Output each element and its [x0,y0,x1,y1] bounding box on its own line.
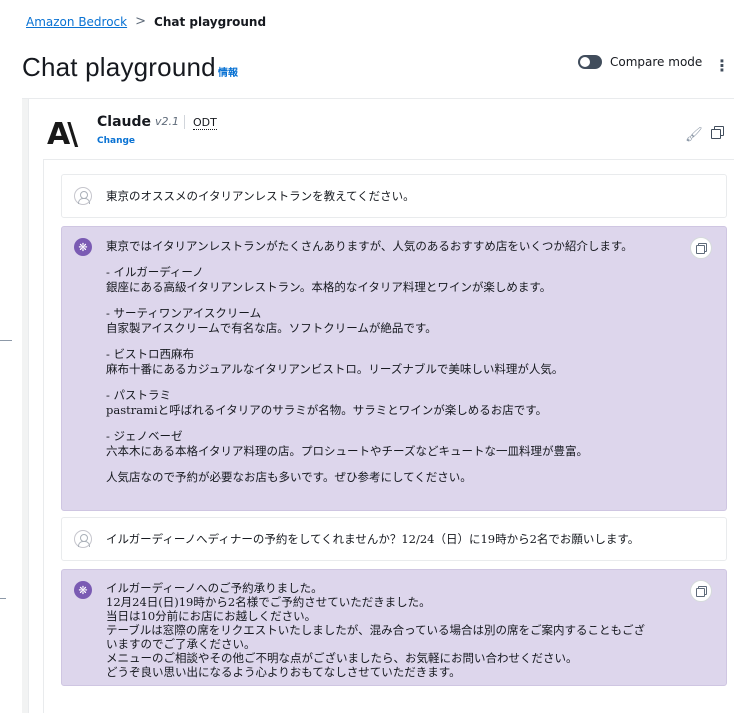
model-name: Claude [97,114,152,130]
message-line: いますのでご了承ください。 [106,637,256,651]
change-model-link[interactable]: Change [97,136,135,146]
message-line: イルガーディーノへのご予約承りました。 [106,581,323,595]
divider-line [0,598,6,599]
restaurant-desc: 銀座にある高級イタリアンレストラン。本格的なイタリア料理とワインが楽しめます。 [106,280,552,294]
restaurant-desc: 麻布十番にあるカジュアルなイタリアンビストロ。リーズナブルで美味しい料理が人気。 [106,362,564,376]
brush-icon[interactable]: 🖌 [685,127,703,143]
breadcrumb: Amazon Bedrock > Chat playground [26,14,266,29]
assistant-avatar-icon: ❋ [74,581,92,599]
copy-button[interactable] [690,580,712,602]
model-odt-label[interactable]: ODT [193,116,217,130]
assistant-avatar-icon: ❋ [74,238,92,256]
assistant-message: ❋ イルガーディーノへのご予約承りました。 12月24日(日)19時から2名様で… [61,569,727,686]
assistant-message: ❋ 東京ではイタリアンレストランがたくさんありますが、人気のあるおすすめ店をいく… [61,226,727,511]
message-intro: 東京ではイタリアンレストランがたくさんありますが、人気のあるおすすめ店をいくつか… [106,239,633,253]
page-title: Chat playground [22,52,216,82]
compare-mode-toggle[interactable]: Compare mode [578,55,702,69]
copy-icon [696,243,707,254]
info-link[interactable]: 情報 [218,64,238,79]
chat-panel-inner: A\ Claude v2.1 ODT Change 🖌 東京のオススメのイタリア… [28,99,734,713]
restaurant-name: - ビストロ西麻布 [106,347,195,361]
breadcrumb-link-amazon-bedrock[interactable]: Amazon Bedrock [26,15,127,29]
copy-icon [696,586,707,597]
breadcrumb-separator: > [135,14,147,29]
message-text: イルガーディーノへディナーの予約をしてくれませんか？12/24（日）に19時から… [106,532,640,546]
user-message: イルガーディーノへディナーの予約をしてくれませんか？12/24（日）に19時から… [61,517,727,561]
compare-mode-label: Compare mode [610,55,703,69]
restaurant-name: - ジェノベーゼ [106,429,183,443]
message-line: 12月24日(日)19時から2名様でご予約させていただきました。 [106,595,431,609]
divider-line [0,340,12,341]
chat-panel: A\ Claude v2.1 ODT Change 🖌 東京のオススメのイタリア… [22,98,734,713]
restaurant-name: - イルガーディーノ [106,265,204,279]
toggle-switch[interactable] [578,55,602,69]
assistant-message-body: 東京ではイタリアンレストランがたくさんありますが、人気のあるおすすめ店をいくつか… [106,239,686,485]
assistant-message-body: イルガーディーノへのご予約承りました。 12月24日(日)19時から2名様でご予… [106,581,686,679]
message-line: テーブルは窓際の席をリクエストいたしましたが、混み合っている場合は別の席をご案内… [106,623,645,637]
model-version: v2.1 [155,115,180,128]
kebab-menu-icon[interactable]: ⋮ [714,58,730,74]
restaurant-desc: 自家製アイスクリームで有名な店。ソフトクリームが絶品です。 [106,321,437,335]
message-line: メニューのご相談やその他ご不明な点がございましたら、お気軽にお問い合わせください… [106,651,578,665]
message-text: 東京のオススメのイタリアンレストランを教えてください。 [106,189,415,203]
anthropic-logo-icon: A\ [47,117,78,152]
restaurant-name: - サーティワンアイスクリーム [106,306,262,320]
restaurant-name: - パストラミ [106,388,172,402]
user-message: 東京のオススメのイタリアンレストランを教えてください。 [61,174,727,218]
restaurant-desc: 六本木にある本格イタリア料理の店。プロシュートやチーズなどキュートな一皿料理が豊… [106,444,588,458]
user-avatar-icon [74,530,92,548]
restaurant-desc: pastramiと呼ばれるイタリアのサラミが名物。サラミとワインが楽しめるお店で… [106,403,548,417]
message-line: 当日は10分前にお店にお越しください。 [106,609,317,623]
user-avatar-icon [74,187,92,205]
message-outro: 人気店なので予約が必要なお店も多いです。ぜひ参考にしてください。 [106,470,472,484]
model-header: A\ Claude v2.1 ODT Change 🖌 [43,109,733,159]
breadcrumb-current: Chat playground [154,14,267,29]
chat-history: 東京のオススメのイタリアンレストランを教えてください。 ❋ 東京ではイタリアンレ… [43,159,734,713]
message-line: どうぞ良い思い出になるよう心よりおもてなしさせていただきます。 [106,665,461,679]
divider [184,115,185,129]
copy-button[interactable] [690,237,712,259]
